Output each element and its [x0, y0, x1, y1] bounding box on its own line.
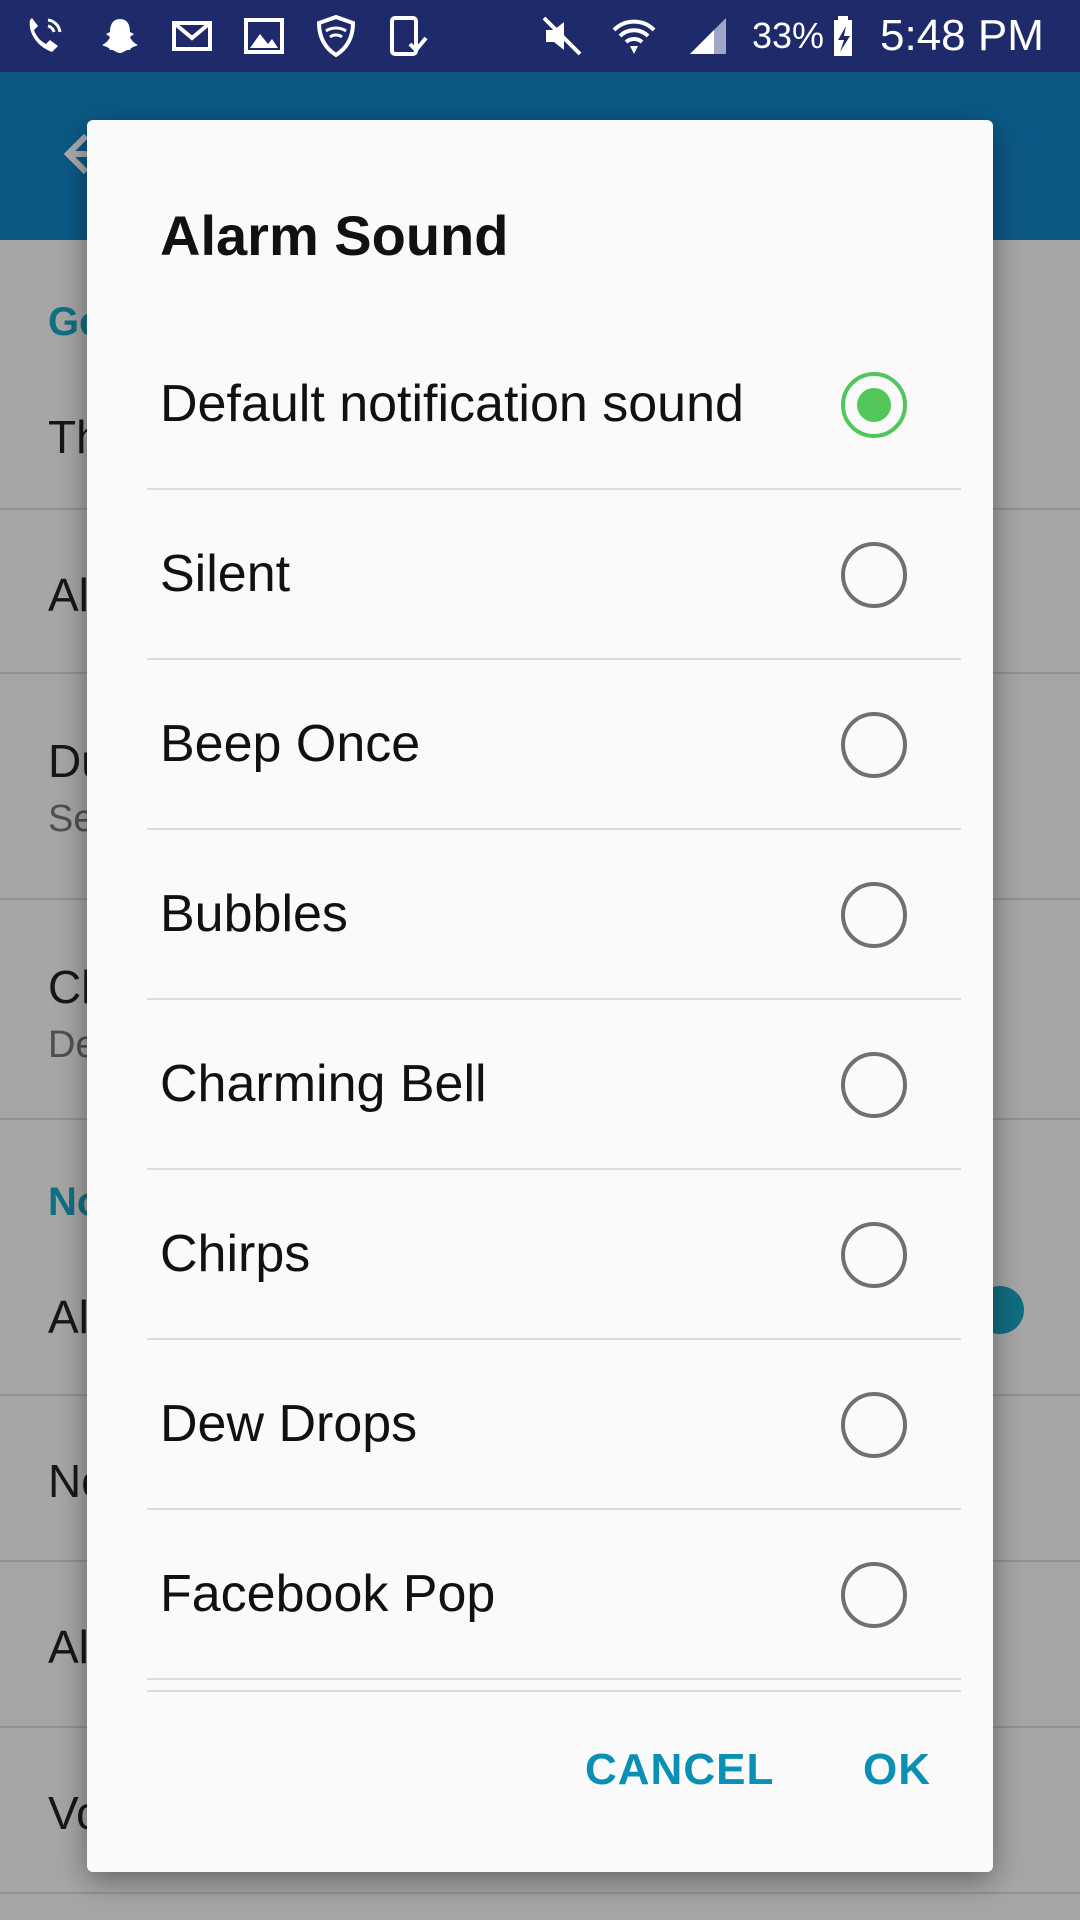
- sound-option[interactable]: Default notification sound: [147, 320, 961, 490]
- device-check-icon: [386, 14, 430, 58]
- sound-option[interactable]: Beep Once: [147, 660, 961, 830]
- radio-button-selected[interactable]: [841, 372, 907, 438]
- option-label: Chirps: [160, 1225, 311, 1283]
- sound-option[interactable]: Silent: [147, 490, 961, 660]
- radio-button[interactable]: [841, 1052, 907, 1118]
- sound-option-list[interactable]: Default notification sound Silent Beep O…: [147, 320, 961, 1814]
- battery-charging-icon: [826, 14, 870, 58]
- option-label: Dew Drops: [160, 1395, 418, 1453]
- signal-icon: [686, 14, 730, 58]
- wifi-calling-icon: [22, 14, 66, 58]
- snapchat-icon: [98, 14, 142, 58]
- sound-option[interactable]: Facebook Pop: [147, 1510, 961, 1680]
- cancel-button[interactable]: CANCEL: [585, 1740, 774, 1800]
- option-label: Default notification sound: [160, 375, 744, 433]
- ok-button[interactable]: OK: [863, 1740, 931, 1800]
- radio-dot-icon: [857, 388, 891, 422]
- wifi-icon: [612, 14, 656, 58]
- option-label: Charming Bell: [160, 1055, 487, 1113]
- image-icon: [242, 14, 286, 58]
- battery-percent: 33%: [752, 15, 825, 56]
- radio-button[interactable]: [841, 542, 907, 608]
- mute-icon: [540, 14, 584, 58]
- alarm-sound-dialog: Alarm Sound Default notification sound S…: [87, 120, 993, 1872]
- mail-icon: [170, 14, 214, 58]
- sound-option[interactable]: Charming Bell: [147, 1000, 961, 1170]
- sound-option[interactable]: Chirps: [147, 1170, 961, 1340]
- option-label: Bubbles: [160, 885, 348, 943]
- radio-button[interactable]: [841, 1562, 907, 1628]
- divider: [147, 1690, 961, 1692]
- sound-option[interactable]: Dew Drops: [147, 1340, 961, 1510]
- dialog-title: Alarm Sound: [160, 204, 509, 267]
- radio-button[interactable]: [841, 712, 907, 778]
- radio-button[interactable]: [841, 882, 907, 948]
- clock: 5:48 PM: [880, 11, 1044, 60]
- option-label: Silent: [160, 545, 291, 603]
- sound-option[interactable]: Bubbles: [147, 830, 961, 1000]
- option-label: Facebook Pop: [160, 1565, 496, 1623]
- radio-button[interactable]: [841, 1222, 907, 1288]
- radio-button[interactable]: [841, 1392, 907, 1458]
- vpn-shield-icon: [314, 14, 358, 58]
- status-bar: 33% 5:48 PM: [0, 0, 1080, 72]
- option-label: Beep Once: [160, 715, 421, 773]
